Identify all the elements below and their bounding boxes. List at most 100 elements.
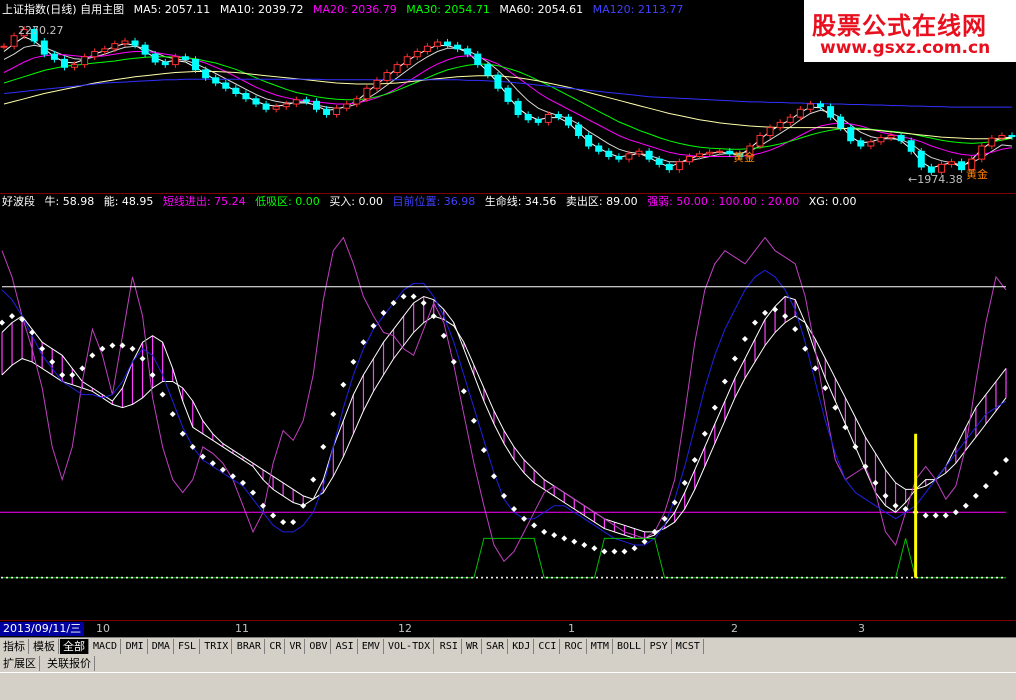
- main-price-chart[interactable]: 2270.27 ←1974.38 黄金 黄金: [0, 0, 1016, 192]
- buy-point-marker: [952, 509, 959, 516]
- signal-bar: [914, 433, 918, 578]
- tab-roc[interactable]: ROC: [561, 639, 587, 654]
- tab-mcst[interactable]: MCST: [672, 639, 704, 654]
- baseline-dot: [301, 576, 303, 579]
- candle-body: [756, 135, 764, 147]
- buy-point-marker: [882, 492, 889, 499]
- baseline-dot: [621, 576, 623, 579]
- tab-asi[interactable]: ASI: [332, 639, 358, 654]
- buy-point-marker: [300, 502, 307, 509]
- tab-cr[interactable]: CR: [266, 639, 286, 654]
- tab-mtm[interactable]: MTM: [587, 639, 613, 654]
- baseline-dot: [966, 576, 968, 579]
- baseline-dot: [636, 576, 638, 579]
- baseline-dot: [936, 576, 938, 579]
- tab-cci[interactable]: CCI: [535, 639, 561, 654]
- baseline-dot: [376, 576, 378, 579]
- baseline-dot: [686, 576, 688, 579]
- baseline-dot: [681, 576, 683, 579]
- candle-body: [131, 40, 139, 46]
- tab-vol-tdx[interactable]: VOL-TDX: [385, 639, 435, 654]
- baseline-dot: [776, 576, 778, 579]
- candle-body: [1008, 135, 1016, 138]
- candle-body: [343, 103, 351, 109]
- baseline-dot: [436, 576, 438, 579]
- baseline-dot: [251, 576, 253, 579]
- baseline-dot: [21, 576, 23, 579]
- baseline-dot: [381, 576, 383, 579]
- tab-dmi[interactable]: DMI: [122, 639, 148, 654]
- baseline-dot: [451, 576, 453, 579]
- tab-obv[interactable]: OBV: [306, 639, 332, 654]
- tab-emv[interactable]: EMV: [358, 639, 384, 654]
- ind-maichu: 卖出区: 89.00: [565, 195, 638, 208]
- baseline-dot: [131, 576, 133, 579]
- tab-指标[interactable]: 指标: [0, 639, 29, 654]
- buy-point-marker: [762, 309, 769, 316]
- buy-point-marker: [250, 489, 256, 496]
- baseline-dot: [751, 576, 753, 579]
- buy-point-marker: [892, 502, 899, 509]
- baseline-dot: [736, 576, 738, 579]
- tab-模板[interactable]: 模板: [30, 639, 59, 654]
- candle-body: [514, 100, 522, 115]
- baseline-dot: [571, 576, 573, 579]
- baseline-dot: [956, 576, 958, 579]
- tab-macd[interactable]: MACD: [90, 639, 122, 654]
- buy-point-marker: [681, 479, 688, 486]
- baseline-dot: [846, 576, 848, 579]
- buy-point-marker: [601, 548, 608, 555]
- tab-全部[interactable]: 全部: [60, 639, 89, 654]
- candle-body: [71, 64, 79, 68]
- baseline-dot: [786, 576, 788, 579]
- buy-point-marker: [942, 512, 949, 519]
- baseline-dot: [296, 576, 298, 579]
- baseline-dot: [851, 576, 853, 579]
- tab-vr[interactable]: VR: [286, 639, 306, 654]
- buy-point-marker: [511, 505, 518, 512]
- buy-point-marker: [962, 502, 969, 509]
- buy-point-marker: [0, 319, 5, 326]
- buy-point-marker: [571, 538, 578, 545]
- tab-brar[interactable]: BRAR: [233, 639, 265, 654]
- buy-point-marker: [731, 355, 738, 362]
- tab-wr[interactable]: WR: [463, 639, 483, 654]
- candle-body: [978, 145, 986, 160]
- buy-point-marker: [330, 411, 337, 418]
- tab-sar[interactable]: SAR: [483, 639, 509, 654]
- baseline-dot: [46, 576, 48, 579]
- buy-point-marker: [350, 358, 357, 365]
- tab-rsi[interactable]: RSI: [436, 639, 462, 654]
- tab-kdj[interactable]: KDJ: [509, 639, 535, 654]
- tab-dma[interactable]: DMA: [148, 639, 174, 654]
- tab-psy[interactable]: PSY: [646, 639, 672, 654]
- tab-extension-area[interactable]: 扩展区: [0, 656, 40, 671]
- ind-name: 好波段: [2, 195, 35, 208]
- tab-trix[interactable]: TRIX: [201, 639, 233, 654]
- baseline-dot: [971, 576, 973, 579]
- baseline-dot: [266, 576, 268, 579]
- buy-point-marker: [430, 313, 437, 320]
- candle-body: [403, 56, 411, 66]
- month-tick: 1: [568, 622, 575, 635]
- indicator-chart[interactable]: [0, 210, 1016, 620]
- ind-dixiqu: 低吸区: 0.00: [255, 195, 320, 208]
- baseline-dot: [766, 576, 768, 579]
- baseline-dot: [321, 576, 323, 579]
- candle-body: [635, 150, 643, 155]
- candle-body: [282, 103, 290, 108]
- baseline-dot: [756, 576, 758, 579]
- tab-boll[interactable]: BOLL: [614, 639, 646, 654]
- baseline-dot: [901, 576, 903, 579]
- candle-body: [827, 106, 835, 118]
- buy-point-marker: [621, 548, 628, 555]
- baseline-dot: [716, 576, 718, 579]
- buy-point-marker: [691, 456, 698, 463]
- baseline-dot: [336, 576, 338, 579]
- tab-related-quotes[interactable]: 关联报价: [44, 656, 95, 671]
- tab-fsl[interactable]: FSL: [175, 639, 201, 654]
- baseline-dot: [6, 576, 8, 579]
- candle-body: [81, 56, 89, 66]
- candle-body: [111, 43, 119, 50]
- candle-body: [192, 58, 200, 71]
